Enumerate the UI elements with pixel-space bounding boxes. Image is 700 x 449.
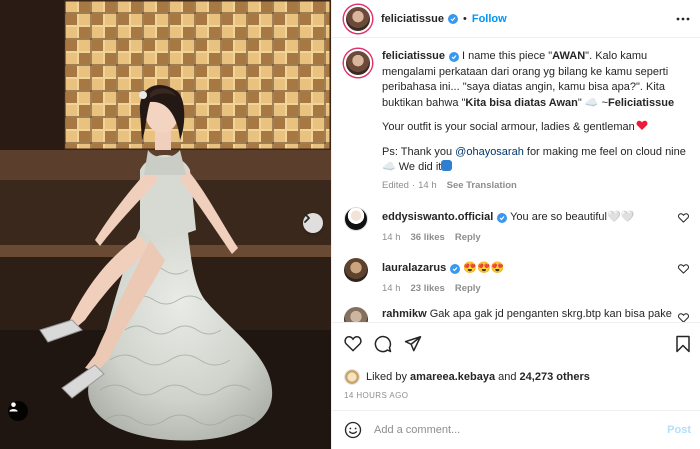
comment-time: 14 h <box>382 282 401 294</box>
caption-line1-pre: I name this piece " <box>462 50 553 62</box>
like-comment-heart-icon[interactable] <box>678 313 689 322</box>
likes-and: and <box>498 371 517 383</box>
caption-username[interactable]: feliciatissue <box>382 50 445 62</box>
follow-button[interactable]: Follow <box>472 13 507 25</box>
instagram-post-dialog: feliciatissue • Follow feliciatissue I n… <box>0 0 700 449</box>
like-comment-heart-icon[interactable] <box>678 264 689 274</box>
avatar[interactable] <box>344 207 368 231</box>
comment-item: lauralazarus 😍😍😍 14 h 23 likes Reply <box>344 258 689 294</box>
comment-icon[interactable] <box>374 335 392 353</box>
caption-time: 14 h <box>418 179 437 191</box>
post-header: feliciatissue • Follow <box>332 0 700 38</box>
heart-icon[interactable] <box>344 335 362 352</box>
verified-badge-icon <box>450 264 461 274</box>
photo-illustration <box>0 0 331 449</box>
comment-likes[interactable]: 36 likes <box>411 232 445 243</box>
comment-username[interactable]: rahmikw <box>382 308 427 320</box>
red-heart-icon <box>636 120 648 130</box>
emoji-icon[interactable] <box>344 421 362 439</box>
caption-para2: Your outfit is your social armour, ladie… <box>382 121 635 133</box>
post-actions: Liked by amareea.kebaya and 24,273 other… <box>332 322 700 402</box>
comment-username[interactable]: lauralazarus <box>382 262 446 274</box>
caption-signature: Feliciatissue <box>608 96 675 109</box>
comment-text: lauralazarus 😍😍😍 <box>382 258 689 277</box>
comment-body: You are so beautiful🤍🤍 <box>510 211 635 223</box>
comment-username[interactable]: eddysiswanto.official <box>382 211 493 223</box>
comment-meta: 14 h 36 likes Reply <box>382 232 689 243</box>
avatar[interactable] <box>344 307 368 322</box>
share-icon[interactable] <box>404 335 422 352</box>
caption-line1-bold: AWAN <box>552 50 586 62</box>
user-icon <box>9 402 18 412</box>
see-translation-link[interactable]: See Translation <box>447 180 517 191</box>
caption-meta: Edited · 14 h See Translation <box>382 179 517 191</box>
likes-prefix: Liked by <box>366 371 407 383</box>
post-details-panel: feliciatissue • Follow feliciatissue I n… <box>331 0 700 449</box>
comment-item: eddysiswanto.official You are so beautif… <box>344 207 689 243</box>
verified-badge-icon <box>448 52 459 62</box>
caption-para3-pre: Ps: Thank you <box>382 145 456 158</box>
likes-user[interactable]: amareea.kebaya <box>410 371 495 383</box>
emoji-icon <box>441 160 453 171</box>
avatar[interactable] <box>344 4 372 33</box>
likes-count[interactable]: 24,273 others <box>520 371 590 383</box>
like-comment-heart-icon[interactable] <box>678 213 689 223</box>
comment-meta: 14 h 23 likes Reply <box>382 283 689 294</box>
comment-text: rahmikw Gak apa gak jd penganten skrg.bt… <box>382 307 689 322</box>
tagged-users-button[interactable] <box>8 401 28 421</box>
comment-time: 14 h <box>382 231 401 243</box>
comment-body: 😍😍😍 <box>463 262 505 274</box>
next-photo-button[interactable] <box>303 213 323 233</box>
caption-quote-bold: Kita bisa diatas Awan <box>465 96 578 109</box>
comment-item: rahmikw Gak apa gak jd penganten skrg.bt… <box>344 307 689 322</box>
separator: • <box>462 12 467 25</box>
comment-input[interactable] <box>374 424 644 436</box>
post-button[interactable]: Post <box>667 424 691 436</box>
comment-text: eddysiswanto.official You are so beautif… <box>382 207 689 226</box>
likes-summary: Liked by amareea.kebaya and 24,273 other… <box>344 369 590 385</box>
bookmark-icon[interactable] <box>675 335 691 353</box>
comment-likes[interactable]: 23 likes <box>411 283 445 294</box>
reply-button[interactable]: Reply <box>455 283 481 294</box>
author-username[interactable]: feliciatissue <box>381 13 444 25</box>
more-icon[interactable] <box>675 11 691 27</box>
avatar[interactable] <box>344 369 360 385</box>
mention-link[interactable]: @ohayosarah <box>455 146 524 158</box>
post-timestamp[interactable]: 14 HOURS AGO <box>344 391 408 400</box>
comment-bar: Post <box>332 410 700 449</box>
action-icons <box>344 335 422 353</box>
verified-badge-icon <box>447 13 458 24</box>
post-photo[interactable] <box>0 0 331 449</box>
caption: feliciatissue I name this piece "AWAN". … <box>344 49 689 191</box>
comments-scroll-area[interactable]: feliciatissue I name this piece "AWAN". … <box>332 39 700 322</box>
verified-badge-icon <box>497 213 508 223</box>
reply-button[interactable]: Reply <box>455 232 481 243</box>
avatar[interactable] <box>344 258 368 282</box>
caption-quote-post: " ☁️ ~ <box>577 96 609 109</box>
chevron-right-icon <box>304 213 310 223</box>
avatar[interactable] <box>344 49 372 77</box>
edited-label: Edited <box>382 179 409 191</box>
comment-body: Gak apa gak jd penganten skrg.btp kan bi… <box>429 308 672 320</box>
caption-text: feliciatissue I name this piece "AWAN". … <box>382 49 689 176</box>
